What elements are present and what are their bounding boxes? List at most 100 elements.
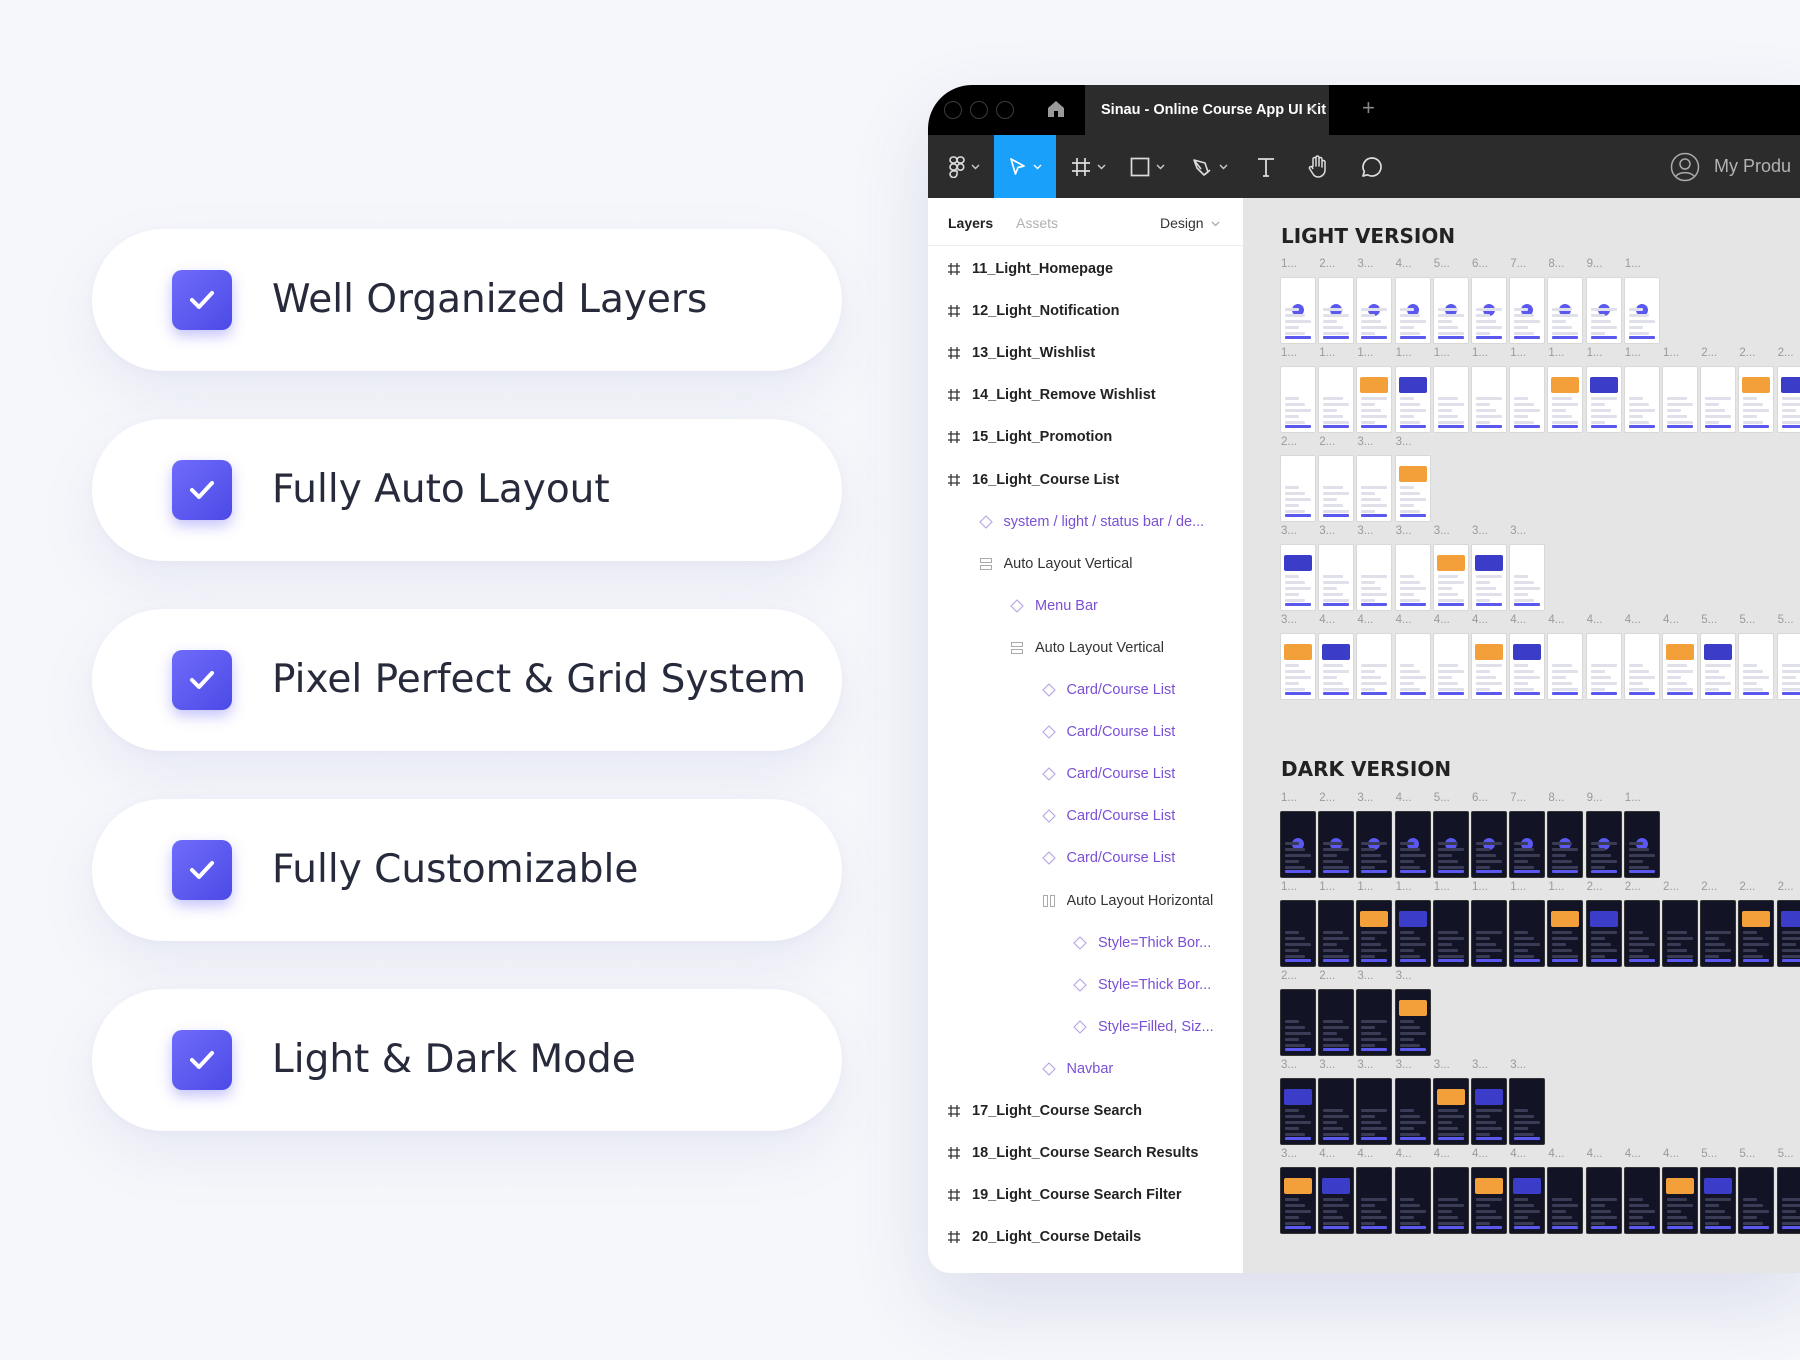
frame-thumbnail[interactable] <box>1624 278 1659 343</box>
frame-thumbnail[interactable] <box>1433 1079 1468 1144</box>
frame-thumbnail[interactable] <box>1548 901 1583 966</box>
frame-thumbnail[interactable] <box>1548 634 1583 699</box>
frame-thumbnail[interactable] <box>1510 278 1545 343</box>
frame-thumbnail[interactable] <box>1319 1168 1354 1233</box>
layer-row[interactable]: Auto Layout Horizontal <box>928 880 1243 922</box>
frame-thumbnail[interactable] <box>1472 634 1506 699</box>
window-maximize-button[interactable] <box>996 101 1014 119</box>
frame-thumbnail[interactable] <box>1548 1168 1583 1233</box>
frame-thumbnail[interactable] <box>1319 456 1354 521</box>
frame-thumbnail[interactable] <box>1510 634 1545 699</box>
frame-thumbnail[interactable] <box>1357 901 1392 966</box>
frame-thumbnail[interactable] <box>1433 812 1468 877</box>
frame-thumbnail[interactable] <box>1548 278 1583 343</box>
frame-thumbnail[interactable] <box>1739 901 1774 966</box>
frame-thumbnail[interactable] <box>1281 901 1315 966</box>
frame-thumbnail[interactable] <box>1357 812 1392 877</box>
frame-thumbnail[interactable] <box>1433 901 1468 966</box>
layer-row[interactable]: 11_Light_Homepage <box>928 248 1243 290</box>
window-minimize-button[interactable] <box>970 101 988 119</box>
layer-row[interactable]: system / light / status bar / de... <box>928 501 1243 543</box>
frame-thumbnail[interactable] <box>1472 812 1506 877</box>
frame-thumbnail[interactable] <box>1433 1168 1468 1233</box>
frame-thumbnail[interactable] <box>1433 545 1468 610</box>
frame-thumbnail[interactable] <box>1777 1168 1800 1233</box>
hand-tool-button[interactable] <box>1294 135 1342 198</box>
layer-row[interactable]: Auto Layout Vertical <box>928 543 1243 585</box>
pen-tool-button[interactable] <box>1180 135 1238 198</box>
frame-thumbnail[interactable] <box>1319 901 1354 966</box>
frame-thumbnail[interactable] <box>1701 901 1736 966</box>
frame-thumbnail[interactable] <box>1624 1168 1659 1233</box>
frame-thumbnail[interactable] <box>1663 367 1697 432</box>
frame-thumbnail[interactable] <box>1472 1079 1506 1144</box>
frame-thumbnail[interactable] <box>1281 634 1315 699</box>
layer-row[interactable]: 12_Light_Notification <box>928 290 1243 332</box>
frame-thumbnail[interactable] <box>1319 278 1354 343</box>
frame-thumbnail[interactable] <box>1510 812 1545 877</box>
frame-thumbnail[interactable] <box>1395 634 1430 699</box>
new-tab-button[interactable]: + <box>1362 95 1375 121</box>
frame-thumbnail[interactable] <box>1701 367 1736 432</box>
frame-thumbnail[interactable] <box>1586 901 1621 966</box>
frame-thumbnail[interactable] <box>1586 634 1621 699</box>
page-selector[interactable]: Design <box>1160 215 1220 231</box>
layer-row[interactable]: 17_Light_Course Search <box>928 1090 1243 1132</box>
layer-row[interactable]: 14_Light_Remove Wishlist <box>928 374 1243 416</box>
frame-thumbnail[interactable] <box>1472 545 1506 610</box>
frame-thumbnail[interactable] <box>1395 1168 1430 1233</box>
layer-row[interactable]: Style=Thick Bor... <box>928 922 1243 964</box>
frame-thumbnail[interactable] <box>1586 278 1621 343</box>
frame-thumbnail[interactable] <box>1510 367 1545 432</box>
layer-row[interactable]: 18_Light_Course Search Results <box>928 1132 1243 1174</box>
design-canvas[interactable]: LIGHT VERSION 1... 2... 3... 4... 5... 6... 7.… <box>1245 198 1800 1273</box>
frame-thumbnail[interactable] <box>1281 456 1315 521</box>
frame-thumbnail[interactable] <box>1548 812 1583 877</box>
frame-thumbnail[interactable] <box>1433 278 1468 343</box>
shape-tool-button[interactable] <box>1118 135 1176 198</box>
frame-thumbnail[interactable] <box>1395 545 1430 610</box>
layer-row[interactable]: Auto Layout Vertical <box>928 627 1243 669</box>
frame-thumbnail[interactable] <box>1281 367 1315 432</box>
frame-thumbnail[interactable] <box>1663 634 1697 699</box>
frame-thumbnail[interactable] <box>1357 278 1392 343</box>
frame-thumbnail[interactable] <box>1739 1168 1774 1233</box>
frame-thumbnail[interactable] <box>1472 1168 1506 1233</box>
frame-thumbnail[interactable] <box>1319 812 1354 877</box>
frame-thumbnail[interactable] <box>1395 901 1430 966</box>
layer-row[interactable]: 15_Light_Promotion <box>928 416 1243 458</box>
frame-thumbnail[interactable] <box>1357 990 1392 1055</box>
tab-close-button[interactable]: × <box>1308 85 1317 135</box>
layer-row[interactable]: 20_Light_Course Details <box>928 1216 1243 1258</box>
layer-row[interactable]: Card/Course List <box>928 837 1243 879</box>
frame-thumbnail[interactable] <box>1586 367 1621 432</box>
frame-thumbnail[interactable] <box>1777 367 1800 432</box>
frame-thumbnail[interactable] <box>1357 1079 1392 1144</box>
frame-thumbnail[interactable] <box>1319 990 1354 1055</box>
frame-thumbnail[interactable] <box>1281 990 1315 1055</box>
tab-assets[interactable]: Assets <box>1016 215 1058 231</box>
frame-thumbnail[interactable] <box>1395 1079 1430 1144</box>
frame-thumbnail[interactable] <box>1624 634 1659 699</box>
frame-thumbnail[interactable] <box>1433 367 1468 432</box>
frame-thumbnail[interactable] <box>1319 1079 1354 1144</box>
comment-tool-button[interactable] <box>1348 135 1396 198</box>
frame-thumbnail[interactable] <box>1586 812 1621 877</box>
home-icon[interactable] <box>1046 99 1066 124</box>
frame-thumbnail[interactable] <box>1739 367 1774 432</box>
frame-thumbnail[interactable] <box>1777 634 1800 699</box>
layer-row[interactable]: Card/Course List <box>928 795 1243 837</box>
layer-row[interactable]: 16_Light_Course List <box>928 459 1243 501</box>
frame-thumbnail[interactable] <box>1357 367 1392 432</box>
layer-row[interactable]: Style=Filled, Siz... <box>928 1006 1243 1048</box>
frame-thumbnail[interactable] <box>1395 812 1430 877</box>
layer-row[interactable]: Menu Bar <box>928 585 1243 627</box>
frame-thumbnail[interactable] <box>1701 634 1736 699</box>
frame-thumbnail[interactable] <box>1357 634 1392 699</box>
frame-thumbnail[interactable] <box>1319 367 1354 432</box>
tab-layers[interactable]: Layers <box>948 215 993 231</box>
frame-thumbnail[interactable] <box>1624 367 1659 432</box>
frame-thumbnail[interactable] <box>1472 901 1506 966</box>
layer-row[interactable]: Card/Course List <box>928 711 1243 753</box>
frame-thumbnail[interactable] <box>1395 278 1430 343</box>
